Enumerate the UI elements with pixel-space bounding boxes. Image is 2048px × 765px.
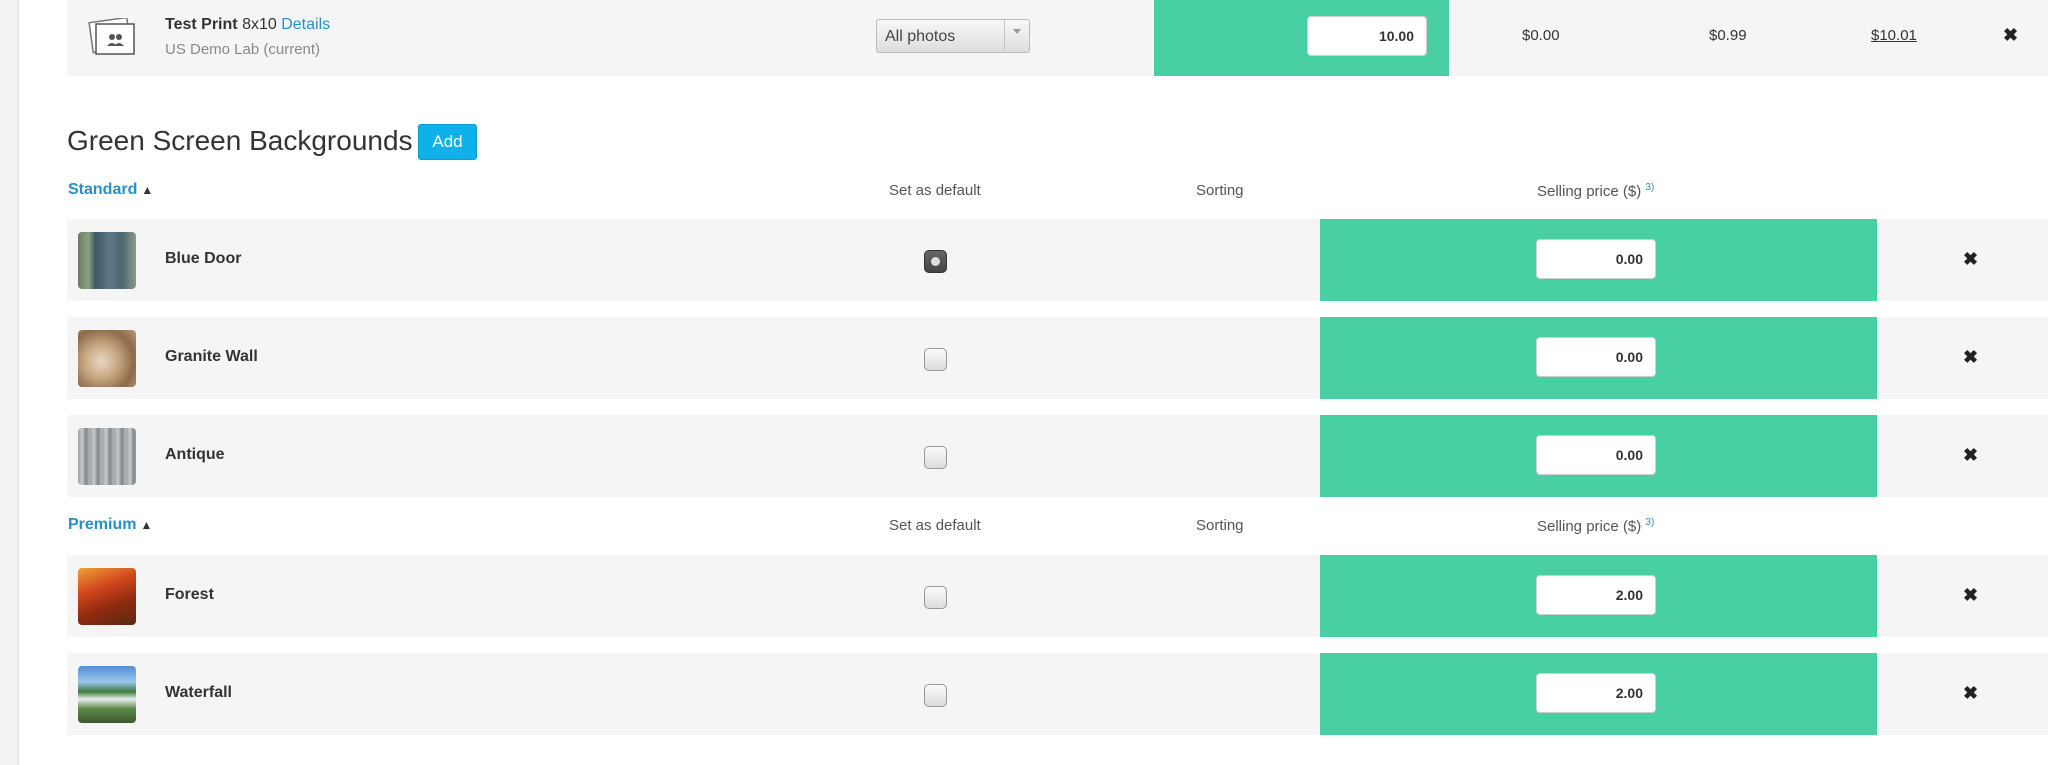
list-item: Waterfall ✖ <box>67 653 2048 735</box>
chevron-up-icon: ▲ <box>140 518 153 532</box>
price-cell <box>1320 415 1877 497</box>
price-input[interactable] <box>1536 239 1656 279</box>
product-title: Test Print 8x10 Details <box>165 16 330 34</box>
col-head-selling-price: Selling price ($) 3) <box>1537 517 1654 535</box>
delete-icon[interactable]: ✖ <box>1963 348 1978 366</box>
col-head-selling-price: Selling price ($) 3) <box>1537 182 1654 200</box>
profit-price: $10.01 <box>1871 27 1917 44</box>
price-cell <box>1320 219 1877 301</box>
fee-price: $0.99 <box>1709 27 1747 44</box>
chevron-up-icon: ▲ <box>141 183 154 197</box>
profit-link[interactable]: $10.01 <box>1871 27 1917 44</box>
price-input[interactable] <box>1536 435 1656 475</box>
background-name: Forest <box>165 586 214 603</box>
thumbnail-antique <box>78 428 136 485</box>
price-input[interactable] <box>1307 16 1427 56</box>
price-input[interactable] <box>1536 673 1656 713</box>
price-cell <box>1154 0 1449 76</box>
default-radio[interactable] <box>924 250 947 273</box>
photos-select[interactable]: All photos <box>876 19 1030 53</box>
thumbnail-blue-door <box>78 232 136 289</box>
add-button[interactable]: Add <box>418 124 477 160</box>
list-item: Forest ✖ <box>67 555 2048 637</box>
left-rail <box>0 0 19 765</box>
default-checkbox[interactable] <box>924 446 947 469</box>
list-item: Blue Door ✖ <box>67 219 2048 301</box>
footnote-ref[interactable]: 3) <box>1645 517 1654 528</box>
delete-icon[interactable]: ✖ <box>1963 250 1978 268</box>
delete-icon[interactable]: ✖ <box>1963 446 1978 464</box>
col-head-sorting: Sorting <box>1196 182 1244 199</box>
thumbnail-forest <box>78 568 136 625</box>
group-label: Premium <box>68 516 137 533</box>
col-head-set-default: Set as default <box>889 517 981 534</box>
product-size: 8x10 <box>242 16 277 33</box>
background-name: Antique <box>165 446 225 463</box>
price-input[interactable] <box>1536 575 1656 615</box>
chevron-down-icon <box>1004 20 1029 52</box>
product-name: Test Print <box>165 16 238 33</box>
price-cell <box>1320 653 1877 735</box>
background-name: Granite Wall <box>165 348 258 365</box>
col-head-set-default: Set as default <box>889 182 981 199</box>
col-head-selling-price-label: Selling price ($) <box>1537 518 1642 535</box>
group-label: Standard <box>68 181 138 198</box>
background-name: Blue Door <box>165 250 242 267</box>
list-item: Antique ✖ <box>67 415 2048 497</box>
price-input[interactable] <box>1536 337 1656 377</box>
price-cell <box>1320 317 1877 399</box>
group-toggle-premium[interactable]: Premium ▲ <box>68 516 152 534</box>
product-row-test-print: Test Print 8x10 Details US Demo Lab (cur… <box>67 0 2048 76</box>
delete-icon[interactable]: ✖ <box>1963 684 1978 702</box>
delete-icon[interactable]: ✖ <box>1963 586 1978 604</box>
col-head-selling-price-label: Selling price ($) <box>1537 183 1642 200</box>
section-title: Green Screen Backgrounds <box>67 125 413 156</box>
col-head-sorting: Sorting <box>1196 517 1244 534</box>
list-item: Granite Wall ✖ <box>67 317 2048 399</box>
details-link[interactable]: Details <box>281 16 330 33</box>
cost-price: $0.00 <box>1522 27 1560 44</box>
delete-icon[interactable]: ✖ <box>2003 26 2018 44</box>
photos-select-value: All photos <box>885 28 956 45</box>
thumbnail-granite-wall <box>78 330 136 387</box>
background-name: Waterfall <box>165 684 232 701</box>
default-checkbox[interactable] <box>924 684 947 707</box>
lab-name: US Demo Lab (current) <box>165 41 321 58</box>
photos-icon <box>88 18 135 55</box>
group-toggle-standard[interactable]: Standard ▲ <box>68 181 153 199</box>
footnote-ref[interactable]: 3) <box>1645 182 1654 193</box>
default-checkbox[interactable] <box>924 348 947 371</box>
thumbnail-waterfall <box>78 666 136 723</box>
default-checkbox[interactable] <box>924 586 947 609</box>
price-cell <box>1320 555 1877 637</box>
